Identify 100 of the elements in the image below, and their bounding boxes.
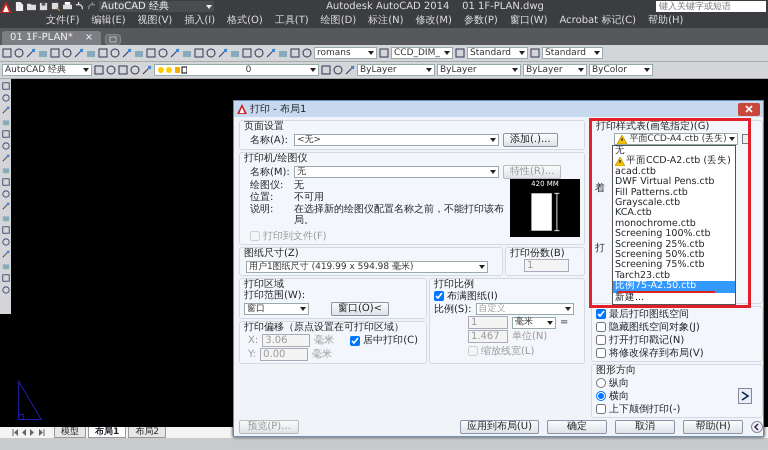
dropdown-option[interactable]: Screening 75%.ctb xyxy=(613,260,735,271)
plot-style-dropdown[interactable]: ByColor xyxy=(589,64,653,76)
cancel-button[interactable]: 取消 xyxy=(615,420,675,434)
table-style-dropdown[interactable]: Standard xyxy=(467,47,528,59)
group-label: 打印区域 xyxy=(244,279,285,290)
tool-icon[interactable] xyxy=(345,65,355,75)
checkbox[interactable] xyxy=(596,335,606,345)
new-tab-icon[interactable] xyxy=(105,34,122,45)
tool-icon[interactable] xyxy=(218,48,228,58)
open-folder-icon[interactable] xyxy=(27,2,36,11)
tool-icon[interactable] xyxy=(379,48,389,58)
dropdown-option[interactable]: KCA.ctb xyxy=(613,208,735,219)
dimension-style-dropdown[interactable]: CCD_DIM_ xyxy=(391,47,453,59)
field-label: 比例(S): xyxy=(434,304,472,314)
search-field[interactable]: 键入关键字或短语 xyxy=(656,1,766,12)
caret-icon xyxy=(206,4,212,8)
page-setup-dropdown[interactable]: <无> xyxy=(294,134,499,146)
plot-area-dropdown[interactable]: 窗口 xyxy=(244,303,309,315)
dropdown-option[interactable]: 新建... xyxy=(613,293,735,304)
close-button[interactable] xyxy=(738,102,760,116)
paper-size-dropdown[interactable]: 用户1图纸尺寸 (419.99 x 594.98 毫米) xyxy=(246,261,488,273)
menu-item[interactable]: 参数(P) xyxy=(464,14,498,26)
menu-item[interactable]: 帮助(H) xyxy=(648,14,684,26)
dropdown-option[interactable]: Screening 100%.ctb xyxy=(613,229,735,240)
dropdown-option[interactable]: Screening 50%.ctb xyxy=(613,250,735,260)
ucs-icon xyxy=(17,378,43,423)
menu-item[interactable]: 修改(M) xyxy=(416,14,452,26)
help-button[interactable]: 帮助(H) xyxy=(683,420,743,434)
save-as-icon[interactable] xyxy=(51,2,60,11)
multileader-style-dropdown[interactable]: Standard xyxy=(542,47,603,59)
dropdown-option[interactable]: Screening 25%.ctb xyxy=(613,240,735,250)
radio-button[interactable] xyxy=(596,378,606,388)
layout-tab[interactable]: 布局1 xyxy=(88,426,126,438)
tool-icon[interactable] xyxy=(122,48,132,58)
caret-icon xyxy=(426,68,432,72)
tool-icon[interactable] xyxy=(2,202,10,210)
dropdown-option[interactable]: acad.ctb xyxy=(613,166,735,178)
window-button[interactable]: 窗口(O)< xyxy=(331,302,390,316)
menu-item[interactable]: 插入(I) xyxy=(184,14,216,26)
printer-icon[interactable] xyxy=(63,2,72,11)
close-tab-button[interactable]: × xyxy=(84,32,94,44)
dropdown-option[interactable]: Fill Patterns.ctb xyxy=(613,188,735,198)
equals-sign: = xyxy=(560,317,568,328)
tool-icon[interactable] xyxy=(2,154,10,162)
redo-icon[interactable] xyxy=(87,2,96,11)
menu-item[interactable]: 工具(T) xyxy=(274,14,309,26)
save-icon[interactable] xyxy=(39,2,48,11)
collapse-icon[interactable] xyxy=(751,421,763,433)
tool-icon[interactable] xyxy=(170,48,180,58)
ok-button[interactable]: 确定 xyxy=(547,420,607,434)
checkbox[interactable] xyxy=(596,404,606,414)
lineweight-dropdown[interactable]: ByLayer xyxy=(523,64,587,76)
tool-icon[interactable] xyxy=(455,48,465,58)
workspace-dropdown[interactable]: AutoCAD 经典 xyxy=(99,1,214,12)
checkbox[interactable] xyxy=(596,348,606,358)
tool-icon[interactable] xyxy=(266,48,276,58)
layout-tab[interactable]: 模型 xyxy=(54,426,86,438)
color-dropdown[interactable]: ByLayer xyxy=(357,64,435,76)
menu-item[interactable]: 编辑(E) xyxy=(92,14,126,26)
layer-dropdown[interactable]: 0 xyxy=(154,64,319,76)
info-label: 位置: xyxy=(250,192,274,203)
menu-item[interactable]: 文件(F) xyxy=(46,14,80,26)
menu-item[interactable]: 格式(O) xyxy=(227,14,263,26)
linetype-dropdown[interactable]: ByLayer xyxy=(437,64,521,76)
dropdown-option[interactable]: monochrome.ctb xyxy=(613,218,735,230)
apply-button[interactable]: 应用到布局(U) xyxy=(460,420,539,434)
menu-item[interactable]: 窗口(W) xyxy=(510,14,548,26)
checkbox[interactable] xyxy=(596,309,606,319)
dropdown-option[interactable]: DWF Virtual Pens.ctb xyxy=(613,177,735,188)
plot-style-table-dropdown[interactable]: 平面CCD-A4.ctb (丢失) xyxy=(614,133,738,145)
group-label: 打印机/绘图仪 xyxy=(244,153,308,164)
workspace-dropdown[interactable]: AutoCAD 经典 xyxy=(2,64,92,76)
dropdown-option[interactable]: Tarch23.ctb xyxy=(613,270,735,282)
add-button[interactable]: 添加(.)... xyxy=(503,133,558,147)
new-file-icon[interactable] xyxy=(15,2,24,11)
dropdown-option[interactable]: 平面CCD-A2.ctb (丢失) xyxy=(613,156,735,167)
tool-icon[interactable] xyxy=(530,48,540,58)
printer-dropdown[interactable]: 无 xyxy=(294,166,499,178)
radio-button[interactable] xyxy=(596,391,606,401)
document-tab[interactable]: 01 1F-PLAN* × xyxy=(2,31,102,45)
tool-icon[interactable] xyxy=(2,250,10,258)
menu-item[interactable]: Acrobat 标记(C) xyxy=(560,14,636,26)
checkbox[interactable] xyxy=(596,322,606,332)
menu-item[interactable]: 绘图(D) xyxy=(320,14,356,26)
text-style-dropdown[interactable]: romans xyxy=(314,47,377,59)
menu-item[interactable]: 视图(V) xyxy=(138,14,172,26)
tool-icon[interactable] xyxy=(2,106,10,114)
tool-icon[interactable] xyxy=(142,65,152,75)
layout-tab[interactable]: 布局2 xyxy=(128,426,166,438)
dropdown-option[interactable]: Grayscale.ctb xyxy=(613,198,735,208)
dropdown-option[interactable]: 无 xyxy=(613,146,735,156)
tool-icon[interactable] xyxy=(74,48,84,58)
caret-icon xyxy=(300,307,306,311)
app-logo-icon[interactable] xyxy=(0,0,12,12)
unit-dropdown[interactable]: 毫米 xyxy=(512,316,556,328)
menu-item[interactable]: 标注(N) xyxy=(368,14,404,26)
checkbox[interactable] xyxy=(434,291,444,301)
undo-icon[interactable] xyxy=(75,2,84,11)
tool-icon[interactable] xyxy=(26,48,36,58)
checkbox[interactable] xyxy=(350,336,360,346)
